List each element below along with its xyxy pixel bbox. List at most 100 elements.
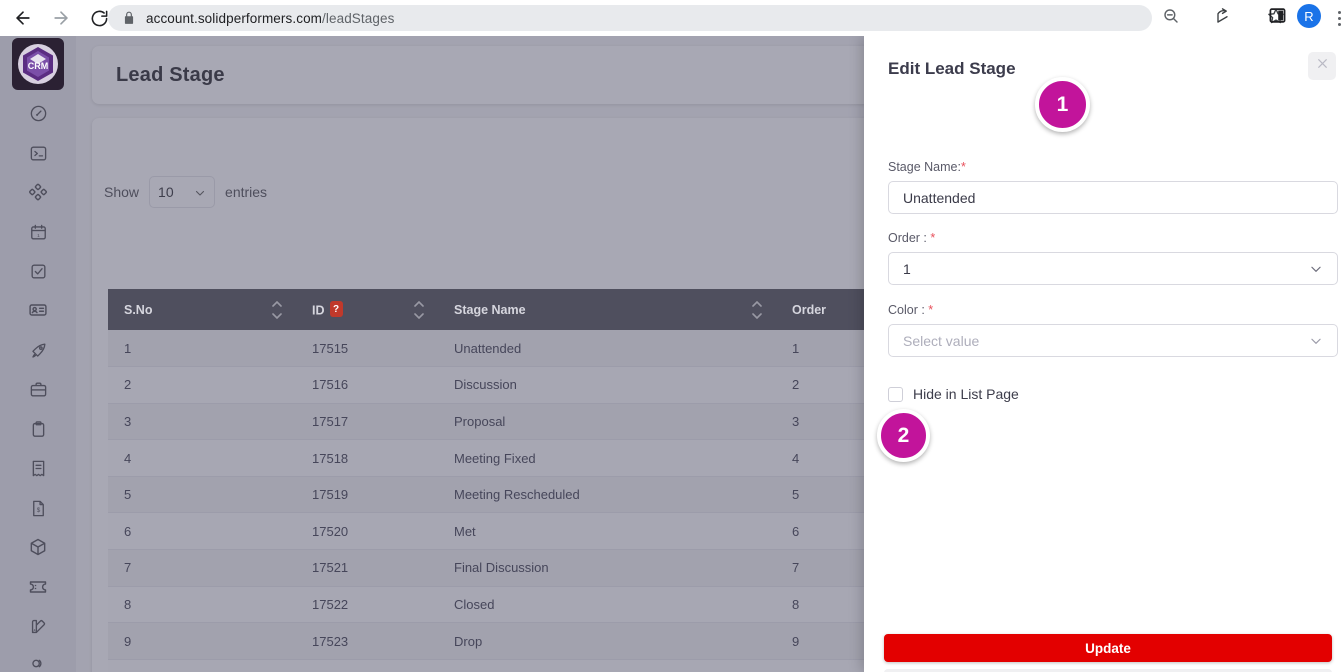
split-screen-button[interactable]: [1265, 6, 1289, 30]
step-marker-2: 2: [877, 409, 930, 462]
forward-button[interactable]: [46, 3, 76, 33]
sidebar-item-tickets[interactable]: [14, 572, 62, 602]
chevron-down-icon: [194, 186, 206, 198]
sidebar-item-tasks[interactable]: [14, 256, 62, 286]
receipt-icon: [29, 459, 48, 478]
cell-sno: 2: [108, 366, 296, 404]
column-header-sno[interactable]: S.No: [108, 289, 296, 330]
step-number: 2: [897, 423, 910, 447]
back-button[interactable]: [8, 3, 38, 33]
share-button[interactable]: [1212, 6, 1236, 30]
cell-sno: 3: [108, 403, 296, 441]
cell-sno: 10: [108, 659, 296, 672]
cell-stage-name: Met: [438, 512, 776, 551]
cell-id: 17516: [296, 366, 438, 404]
sidebar-item-products[interactable]: [14, 532, 62, 562]
cell-stage-name: Closed: [438, 586, 776, 624]
cell-sno: 6: [108, 512, 296, 551]
cell-sno: 7: [108, 549, 296, 587]
stage-name-input[interactable]: Unattended: [888, 181, 1338, 214]
column-header-stage-name[interactable]: Stage Name: [438, 289, 776, 330]
chevron-down-icon: [1309, 262, 1323, 276]
sidebar-item-receipts[interactable]: [14, 453, 62, 483]
zoom-out-button[interactable]: [1159, 6, 1183, 30]
brand-logo[interactable]: CRM: [12, 38, 64, 90]
split-screen-icon: [1269, 7, 1286, 29]
ticket-icon: [28, 577, 48, 597]
stage-name-value: Unattended: [903, 189, 976, 206]
order-select[interactable]: 1: [888, 252, 1338, 285]
column-label: Stage Name: [454, 302, 526, 317]
update-button[interactable]: Update: [884, 634, 1332, 662]
entries-label: entries: [225, 184, 268, 200]
drawer-header: Edit Lead Stage: [864, 36, 1344, 102]
column-label: ID: [312, 303, 325, 318]
rocket-icon: [29, 341, 48, 360]
sidebar-item-deals[interactable]: [14, 374, 62, 404]
drawer-title: Edit Lead Stage: [888, 59, 1016, 78]
zoom-out-icon: [1162, 7, 1180, 30]
sort-arrows-icon: [752, 300, 762, 319]
hide-in-list-row[interactable]: Hide in List Page: [888, 386, 1019, 402]
terminal-icon: [29, 144, 48, 163]
reload-icon: [90, 9, 109, 28]
sidebar-item-appearance[interactable]: [14, 611, 62, 641]
color-placeholder: Select value: [903, 332, 980, 349]
profile-avatar[interactable]: R: [1297, 4, 1321, 28]
page-title: Lead Stage: [116, 63, 225, 86]
cell-sno: 1: [108, 330, 296, 368]
column-header-id[interactable]: ID?: [296, 289, 438, 330]
cell-id: 17521: [296, 549, 438, 587]
edit-lead-stage-drawer: Edit Lead Stage Stage Name:* Unattended …: [864, 36, 1344, 672]
cell-id: 17519: [296, 476, 438, 514]
help-badge[interactable]: ?: [329, 301, 343, 318]
sidebar-item-clipboard[interactable]: [14, 414, 62, 444]
cell-id: 17520: [296, 512, 438, 551]
briefcase-icon: [29, 380, 48, 399]
sidebar-item-network[interactable]: [14, 177, 62, 207]
color-palette-icon: [29, 617, 48, 636]
cell-stage-name: Converted to Clients: [438, 659, 776, 672]
stage-name-label: Stage Name:*: [888, 160, 966, 174]
cell-stage-name: Final Discussion: [438, 549, 776, 587]
sidebar-item-invoices[interactable]: $: [14, 493, 62, 523]
step-marker-1: 1: [1035, 77, 1090, 132]
address-bar[interactable]: account.solidperformers.com/leadStages: [108, 5, 1152, 31]
task-check-icon: [29, 262, 48, 281]
sidebar-item-contacts[interactable]: [14, 295, 62, 325]
cell-stage-name: Drop: [438, 622, 776, 660]
three-dot-menu-icon[interactable]: [1330, 6, 1344, 30]
required-asterisk: *: [930, 231, 936, 245]
svg-text:1: 1: [37, 232, 40, 238]
sidebar-item-dashboard[interactable]: [14, 98, 62, 128]
cell-id: 17518: [296, 439, 438, 477]
update-label: Update: [1085, 640, 1131, 656]
close-icon: [1316, 57, 1329, 75]
forward-arrow-icon: [51, 8, 71, 28]
sidebar: CRM 1 $: [0, 36, 76, 672]
order-field-group: Order : * 1: [888, 231, 1338, 285]
sidebar-item-leads[interactable]: [14, 335, 62, 365]
stage-name-field-group: Stage Name:* Unattended: [888, 160, 1338, 214]
sidebar-item-toggle[interactable]: [14, 648, 62, 672]
svg-text:CRM: CRM: [28, 61, 49, 71]
close-button[interactable]: [1308, 52, 1336, 80]
step-number: 1: [1056, 92, 1069, 116]
cell-stage-name: Proposal: [438, 403, 776, 441]
app-root: CRM 1 $ Lead Stage Show 10 entries S.No …: [0, 36, 1344, 672]
color-label: Color : *: [888, 303, 934, 317]
column-label: S.No: [124, 302, 153, 317]
sort-arrows-icon: [414, 300, 424, 319]
sidebar-item-terminal[interactable]: [14, 138, 62, 168]
color-select[interactable]: Select value: [888, 324, 1338, 357]
share-icon: [1215, 7, 1233, 30]
cell-id: 17523: [296, 622, 438, 660]
dashboard-gauge-icon: [29, 104, 48, 123]
hide-in-list-checkbox[interactable]: [888, 386, 903, 402]
entries-per-page-select[interactable]: 10: [149, 176, 216, 208]
cell-stage-name: Meeting Rescheduled: [438, 476, 776, 514]
lock-icon: [122, 11, 136, 25]
sidebar-item-calendar[interactable]: 1: [14, 217, 62, 247]
toggle-icon: [29, 654, 48, 672]
cell-stage-name: Unattended: [438, 330, 776, 368]
